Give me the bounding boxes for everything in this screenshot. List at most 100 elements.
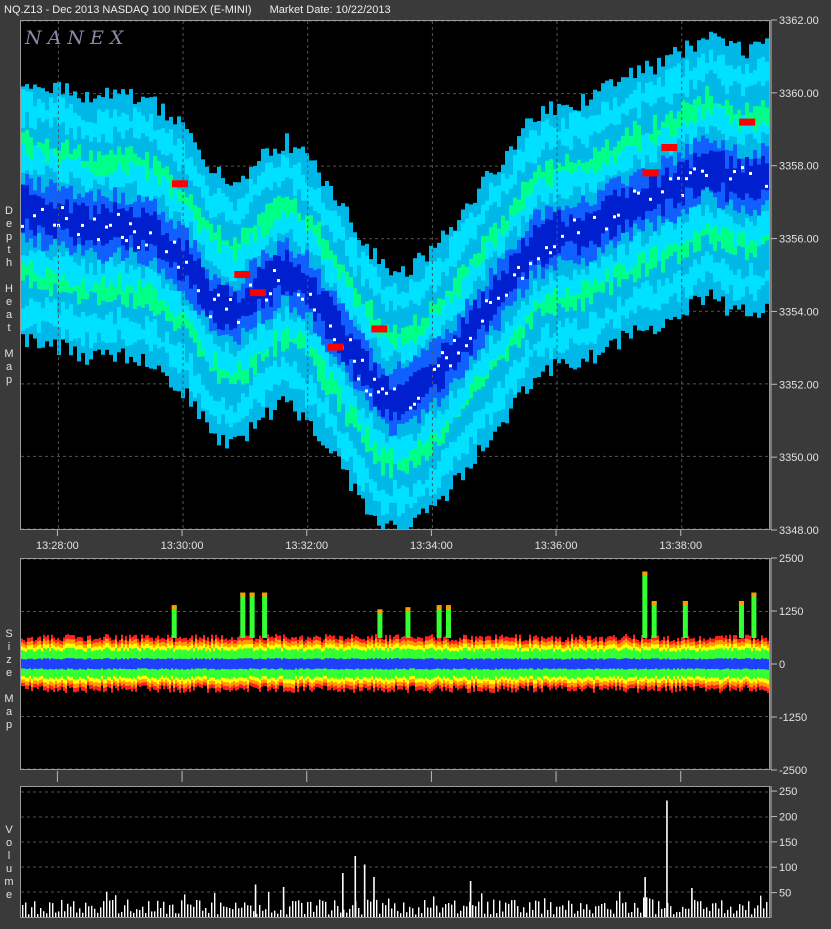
- size-layer: [131, 658, 133, 670]
- size-layer: [627, 658, 629, 670]
- heatmap-cell: [125, 211, 129, 251]
- volume-bar: [268, 891, 270, 917]
- heatmap-cell: [301, 272, 305, 294]
- size-layer: [363, 658, 365, 669]
- trade-dot: [197, 289, 200, 293]
- size-layer: [415, 658, 417, 670]
- heatmap-cell: [41, 198, 45, 228]
- size-layer: [287, 658, 289, 670]
- volume-bar: [163, 901, 165, 917]
- size-layer: [635, 659, 637, 669]
- label-char: e: [5, 889, 13, 901]
- heatmap-cell: [469, 310, 473, 356]
- volume-bar: [253, 911, 255, 917]
- size-layer: [425, 658, 427, 669]
- label-char: e: [5, 667, 13, 679]
- volume-bar: [514, 900, 516, 917]
- trade-dot: [445, 356, 448, 360]
- trade-dot: [661, 190, 664, 194]
- volume-bar: [85, 902, 87, 917]
- volume-bar: [574, 913, 576, 917]
- size-layer: [399, 658, 401, 670]
- size-layer: [555, 658, 557, 670]
- size-layer: [677, 658, 679, 669]
- label-char: t: [7, 322, 11, 334]
- heatmap-cell: [297, 264, 301, 290]
- trade-dot: [393, 387, 396, 391]
- size-layer: [419, 658, 421, 670]
- trade-dot: [437, 364, 440, 368]
- size-layer: [213, 659, 215, 669]
- size-layer: [603, 659, 605, 669]
- volume-bar: [721, 900, 723, 917]
- trade-dot: [537, 257, 540, 261]
- heatmap-cell: [493, 275, 497, 315]
- heatmap-cell: [725, 168, 729, 203]
- trade-dot: [733, 170, 736, 174]
- size-spike: [377, 609, 383, 638]
- volume-bar: [418, 907, 420, 917]
- size-layer: [743, 658, 745, 669]
- trade-dot: [561, 234, 564, 238]
- volume-bar: [187, 904, 189, 917]
- volume-bar: [472, 905, 474, 917]
- volume-bar: [643, 897, 645, 917]
- size-layer: [163, 658, 165, 670]
- volume-bar: [451, 904, 453, 917]
- size-layer: [593, 658, 595, 670]
- heatmap-cell: [673, 173, 677, 209]
- size-layer: [683, 658, 685, 669]
- volume-bar: [346, 912, 348, 917]
- large-order-mark: [371, 325, 388, 333]
- size-layer: [219, 659, 221, 670]
- time-axis-tick-label: 13:38:00: [659, 540, 702, 552]
- volume-bar: [79, 908, 81, 917]
- heatmap-cell: [393, 387, 397, 412]
- trade-dot: [217, 293, 220, 297]
- size-layer: [443, 658, 445, 669]
- size-layer: [485, 658, 487, 670]
- heatmap-cell: [261, 268, 265, 309]
- size-spike: [262, 592, 268, 638]
- size-spike-top: [249, 592, 255, 597]
- price-axis-tick-label: 3354.00: [779, 306, 819, 318]
- size-layer: [539, 659, 541, 669]
- label-char: p: [5, 374, 13, 386]
- size-layer: [109, 658, 111, 669]
- trade-dot: [237, 320, 240, 324]
- size-spike-top: [377, 609, 383, 614]
- size-layer: [349, 658, 351, 670]
- heatmap-cell: [137, 217, 141, 251]
- heatmap-cell: [221, 284, 225, 331]
- size-layer: [289, 659, 291, 670]
- trade-dot: [485, 299, 488, 303]
- size-layer: [471, 658, 473, 669]
- volume-bar: [424, 900, 426, 917]
- size-layer: [467, 659, 469, 670]
- price-axis-tick-label: 3362.00: [779, 15, 819, 27]
- volume-bar: [307, 901, 309, 917]
- volume-bar: [670, 906, 672, 917]
- volume-bar: [100, 907, 102, 917]
- volume-bar: [502, 911, 504, 917]
- volume-bar: [748, 901, 750, 917]
- heatmap-cell: [177, 238, 181, 281]
- volume-bar: [352, 905, 354, 917]
- volume-bar: [160, 908, 162, 917]
- size-layer: [651, 658, 653, 669]
- size-layer: [429, 658, 431, 670]
- heatmap-cell: [369, 370, 373, 389]
- size-layer: [221, 658, 223, 669]
- size-layer: [493, 659, 495, 670]
- size-spike: [751, 592, 757, 638]
- size-layer: [69, 658, 71, 669]
- size-layer: [65, 658, 67, 670]
- volume-bar: [376, 899, 378, 917]
- size-layer: [745, 658, 747, 669]
- large-order-mark: [234, 271, 251, 278]
- size-layer: [551, 658, 553, 669]
- size-layer: [387, 659, 389, 670]
- size-layer: [455, 659, 457, 669]
- size-layer: [525, 659, 527, 669]
- volume-bar: [403, 902, 405, 917]
